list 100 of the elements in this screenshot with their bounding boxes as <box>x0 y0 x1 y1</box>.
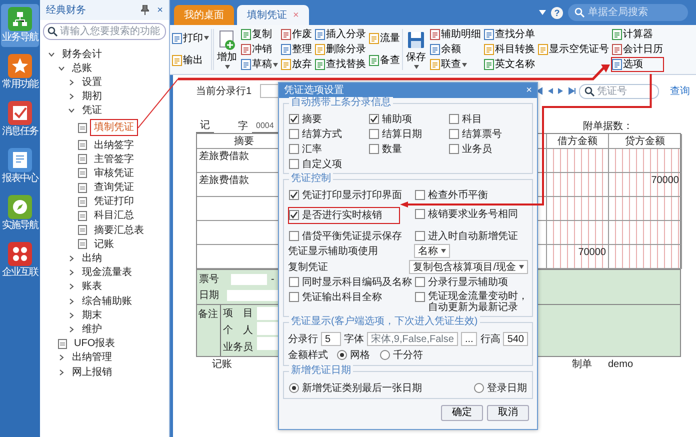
tree-item[interactable]: 维护 <box>78 322 106 336</box>
pin-icon[interactable] <box>141 5 150 15</box>
tree-item[interactable]: 摘要汇总表 <box>90 224 148 237</box>
checkbox[interactable] <box>289 159 299 169</box>
tree-item[interactable]: 记账 <box>90 238 118 251</box>
toolbar-button[interactable]: 草稿 <box>240 57 279 72</box>
nav-label[interactable]: 报表中心 <box>2 172 38 185</box>
toolbar-button[interactable]: 增加 <box>215 27 239 72</box>
tree-item[interactable]: 出纳签字 <box>90 138 138 152</box>
radio-button[interactable] <box>380 350 390 360</box>
toolbar-button[interactable]: 插入分录 <box>314 27 367 42</box>
nav-label[interactable]: 消息任务 <box>2 125 38 138</box>
toolbar-button[interactable]: 辅助明细 <box>429 27 482 42</box>
toolbar-button[interactable]: 联查 <box>429 57 482 72</box>
tree-item[interactable]: 现金流量表 <box>78 266 136 280</box>
tree-item[interactable]: 账表 <box>78 280 106 294</box>
input-field[interactable] <box>231 274 267 285</box>
checkbox[interactable] <box>449 114 459 124</box>
tree-item[interactable]: 主管签字 <box>90 152 138 166</box>
nav-label[interactable]: 实施导航 <box>2 219 38 232</box>
toolbar-button[interactable]: 科目转换 <box>483 42 536 57</box>
chevron-right-icon[interactable] <box>68 269 75 276</box>
checkbox-label[interactable]: 结算日期 <box>382 128 422 141</box>
tab[interactable]: 填制凭证 × <box>237 5 309 25</box>
chevron-down-icon[interactable] <box>48 50 55 58</box>
checkbox[interactable] <box>369 144 379 154</box>
checkbox-label[interactable]: 凭证现金流量变动时，自动更新为最新记录 <box>428 291 529 313</box>
checkbox-label[interactable]: 同时显示科目编码及名称 <box>302 276 412 289</box>
toolbar-button[interactable]: 放弃 <box>280 57 313 72</box>
checkbox-label[interactable]: 科目 <box>462 113 482 126</box>
checkbox-label[interactable]: 结算方式 <box>302 128 342 141</box>
checkbox-label[interactable]: 借贷平衡凭证提示保存 <box>302 230 402 243</box>
toolbar-button[interactable]: 作废 <box>280 27 313 42</box>
compass-icon[interactable] <box>8 195 32 219</box>
toolbar-button[interactable]: 输出 <box>171 53 210 68</box>
checkbox-label[interactable]: 凭证打印显示打印界面 <box>302 189 402 202</box>
tree-item[interactable]: 出纳管理 <box>68 351 116 364</box>
checkbox[interactable] <box>289 190 299 200</box>
radio-label[interactable]: 网格 <box>350 349 370 362</box>
toolbar-button[interactable]: 整理 <box>280 42 313 57</box>
tree-item[interactable]: 综合辅助账 <box>78 294 136 308</box>
checkbox[interactable] <box>289 231 299 241</box>
tree-item[interactable]: 期初 <box>78 90 106 104</box>
radio-button[interactable] <box>474 383 484 393</box>
checkbox-label[interactable]: 分录行显示辅助项 <box>428 276 508 289</box>
tree-item[interactable]: 期末 <box>78 308 106 322</box>
tree-item[interactable]: 凭证打印 <box>90 195 138 208</box>
browse-button[interactable]: ... <box>460 332 478 346</box>
checkbox[interactable] <box>369 129 379 139</box>
tree-item[interactable]: 填制凭证 <box>90 119 138 136</box>
nav-label[interactable]: 常用功能 <box>2 78 38 91</box>
chevron-down-icon[interactable] <box>68 107 75 114</box>
checkbox[interactable] <box>415 292 425 302</box>
input-field[interactable]: 宋体,9,False,False <box>367 332 458 346</box>
tree-item[interactable]: UFO报表 <box>70 337 120 350</box>
help-button[interactable]: ? <box>551 6 563 18</box>
toolbar-button[interactable]: 复制 <box>240 27 279 42</box>
checkbox-label[interactable]: 核销要求业务号相同 <box>428 208 518 221</box>
checkbox-label[interactable]: 自定义项 <box>302 158 342 171</box>
input-field[interactable]: 5 <box>321 332 342 346</box>
toolbar-button[interactable]: 流量 <box>368 30 401 46</box>
grid-icon[interactable] <box>8 242 32 266</box>
checkbox-label[interactable]: 摘要 <box>302 113 322 126</box>
toolbar-button[interactable]: 保存 <box>404 27 428 72</box>
radio-label[interactable]: 千分符 <box>393 349 423 362</box>
checkbox[interactable] <box>415 209 425 219</box>
chevron-right-icon[interactable] <box>68 326 75 333</box>
dialog-button[interactable]: 确定 <box>441 405 483 421</box>
tree-item[interactable]: 凭证 <box>78 104 106 118</box>
toolbar-button[interactable]: 显示空凭证号 <box>537 42 610 57</box>
checkbox-label[interactable]: 业务员 <box>462 143 492 156</box>
last-page-icon[interactable] <box>568 87 576 95</box>
checkbox[interactable] <box>289 114 299 124</box>
checkbox-label[interactable]: 汇率 <box>302 143 322 156</box>
tree-item[interactable]: 查询凭证 <box>90 181 138 194</box>
chevron-right-icon[interactable] <box>58 354 65 362</box>
previous-icon[interactable] <box>546 87 554 95</box>
checkbox-label[interactable]: 结算票号 <box>462 128 502 141</box>
chevron-right-icon[interactable] <box>68 283 75 290</box>
toolbar-button[interactable]: 冲销 <box>240 42 279 57</box>
tree-item[interactable]: 出纳 <box>78 252 106 266</box>
checkbox[interactable] <box>289 292 299 302</box>
chevron-right-icon[interactable] <box>68 78 75 86</box>
checkbox-label[interactable]: 数量 <box>382 143 402 156</box>
checkbox-label[interactable]: 进入时自动新增凭证 <box>428 230 518 243</box>
chevron-right-icon[interactable] <box>68 93 75 100</box>
radio-button[interactable] <box>337 350 347 360</box>
next-icon[interactable] <box>557 87 565 95</box>
chevron-right-icon[interactable] <box>68 298 75 305</box>
tree-item[interactable]: 财务会计 <box>58 48 106 61</box>
dropdown[interactable]: 名称 <box>414 244 450 258</box>
checkbox[interactable] <box>449 129 459 139</box>
checkbox[interactable] <box>415 277 425 287</box>
checkbox[interactable] <box>289 129 299 139</box>
checkbox[interactable] <box>289 210 299 220</box>
dialog-button[interactable]: 取消 <box>487 405 529 421</box>
hierarchy-icon[interactable] <box>8 7 32 31</box>
chevron-right-icon[interactable] <box>68 255 75 262</box>
chevron-right-icon[interactable] <box>68 312 75 319</box>
chevron-down-icon[interactable] <box>58 64 65 72</box>
